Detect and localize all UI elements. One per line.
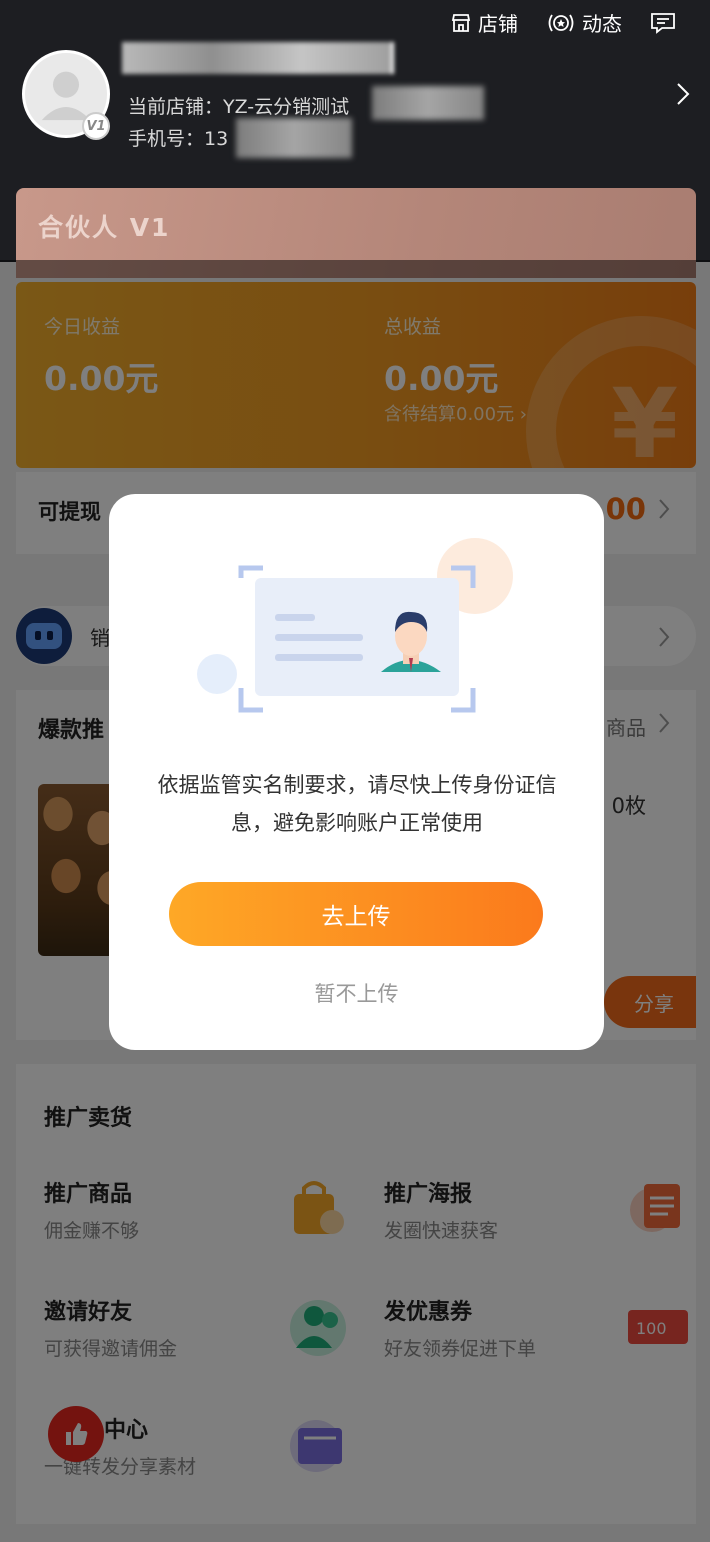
store-button[interactable]: 店铺 xyxy=(450,8,518,37)
profile-chevron-icon[interactable] xyxy=(676,82,690,110)
message-button[interactable] xyxy=(650,11,676,35)
phone-number: 手机号：13 xyxy=(128,128,229,150)
message-icon xyxy=(650,11,676,35)
current-shop: 当前店铺：YZ-云分销测试 xyxy=(128,96,350,118)
star-circle-icon xyxy=(546,12,576,34)
username-redacted xyxy=(122,42,394,74)
feed-button[interactable]: 动态 xyxy=(546,8,622,37)
phone-redacted xyxy=(236,118,352,158)
top-actions: 店铺 动态 xyxy=(450,8,676,37)
level-badge: V1 xyxy=(82,112,110,140)
skip-upload-button[interactable]: 暂不上传 xyxy=(109,978,604,1008)
partner-level-title: 合伙人 V1 xyxy=(38,213,171,242)
profile-header: 店铺 动态 V1 当前店铺：YZ-云分销测试 手机号：13 合伙人 V1 xyxy=(0,0,710,278)
id-card-illustration xyxy=(197,538,513,713)
store-icon xyxy=(450,12,472,34)
dialog-message: 依据监管实名制要求，请尽快上传身份证信息，避免影响账户正常使用 xyxy=(157,773,557,835)
feed-label: 动态 xyxy=(582,12,622,36)
store-label: 店铺 xyxy=(478,12,518,36)
id-upload-dialog: 依据监管实名制要求，请尽快上传身份证信息，避免影响账户正常使用 去上传 暂不上传 xyxy=(109,494,604,1050)
go-upload-button[interactable]: 去上传 xyxy=(169,882,543,946)
shop-name-redacted xyxy=(372,86,484,120)
